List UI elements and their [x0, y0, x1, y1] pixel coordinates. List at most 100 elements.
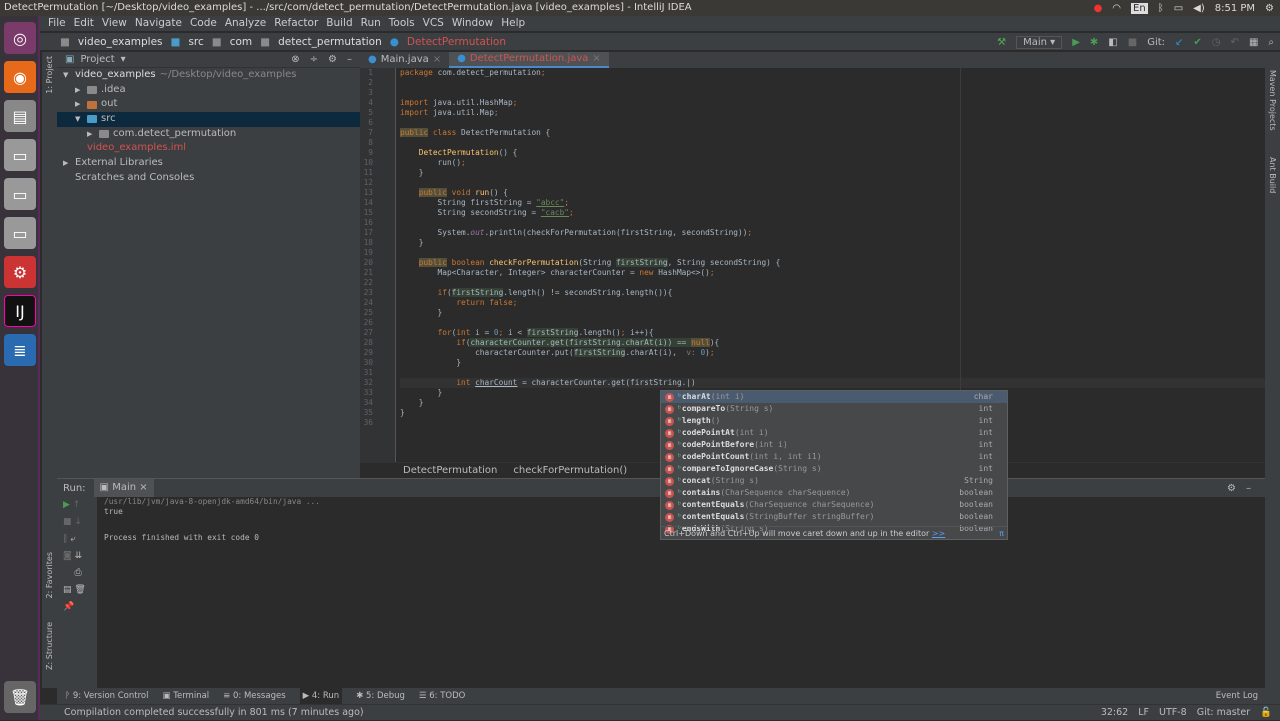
- code-line[interactable]: if(firstString.length() != secondString.…: [400, 288, 1265, 298]
- menu-build[interactable]: Build: [326, 16, 352, 31]
- tool-window-todo[interactable]: ☰ 6: TODO: [419, 688, 465, 704]
- nav-crumb[interactable]: video_examples: [78, 36, 163, 48]
- tool-window-run[interactable]: ▶ 4: Run: [299, 688, 343, 704]
- code-line[interactable]: [400, 248, 1265, 258]
- files-icon[interactable]: ▤: [4, 100, 36, 132]
- intellij-icon[interactable]: IJ: [4, 295, 36, 327]
- completion-item[interactable]: mᵇ codePointBefore (int i) int: [661, 439, 1007, 451]
- code-line[interactable]: [400, 118, 1265, 128]
- code-line[interactable]: run();: [400, 158, 1265, 168]
- expand-arrow-icon[interactable]: ▶: [63, 156, 71, 171]
- tool-window-messages[interactable]: ≡ 0: Messages: [223, 688, 285, 704]
- code-line[interactable]: }: [400, 308, 1265, 318]
- menu-tools[interactable]: Tools: [389, 16, 415, 31]
- camera-icon[interactable]: ◙: [63, 551, 72, 561]
- expand-arrow-icon[interactable]: ▶: [75, 97, 83, 112]
- code-line[interactable]: import java.util.Map;: [400, 108, 1265, 118]
- project-tool-button[interactable]: 1: Project: [45, 56, 54, 94]
- code-line[interactable]: [400, 278, 1265, 288]
- caret-position[interactable]: 32:62: [1101, 705, 1128, 721]
- code-line[interactable]: import java.util.HashMap;: [400, 98, 1265, 108]
- build-icon[interactable]: ⚒: [997, 37, 1006, 48]
- tab-main-java[interactable]: ● Main.java ×: [360, 52, 449, 68]
- menu-run[interactable]: Run: [361, 16, 381, 31]
- code-line[interactable]: [400, 178, 1265, 188]
- code-line[interactable]: }: [400, 358, 1265, 368]
- drive-icon[interactable]: ▭: [4, 139, 36, 171]
- menu-help[interactable]: Help: [501, 16, 525, 31]
- code-line[interactable]: [400, 368, 1265, 378]
- run-icon[interactable]: ▶: [1072, 37, 1080, 48]
- code-line[interactable]: [400, 318, 1265, 328]
- revert-icon[interactable]: ↶: [1231, 37, 1239, 48]
- menu-navigate[interactable]: Navigate: [135, 16, 182, 31]
- tool-window-terminal[interactable]: ▣ Terminal: [162, 688, 209, 704]
- menu-file[interactable]: File: [48, 16, 66, 31]
- pause-icon[interactable]: ‖: [63, 534, 68, 544]
- system-settings-icon[interactable]: ⚙: [4, 256, 36, 288]
- completion-item[interactable]: mᵇ codePointCount (int i, int i1) int: [661, 451, 1007, 463]
- run-config-select[interactable]: Main ▾: [1016, 35, 1063, 49]
- breadcrumb-class[interactable]: DetectPermutation: [403, 463, 497, 478]
- code-line[interactable]: int charCount = characterCounter.get(fir…: [400, 378, 1265, 388]
- completion-item[interactable]: mᵇ codePointAt (int i) int: [661, 427, 1007, 439]
- completion-item[interactable]: mᵇ compareTo (String s) int: [661, 403, 1007, 415]
- code-line[interactable]: }: [400, 168, 1265, 178]
- print-icon[interactable]: ⎙: [74, 568, 81, 578]
- close-icon[interactable]: ×: [433, 52, 441, 68]
- nav-crumb[interactable]: com: [230, 36, 252, 48]
- breadcrumb-method[interactable]: checkForPermutation(): [513, 463, 627, 478]
- bluetooth-icon[interactable]: ᛒ: [1158, 3, 1164, 14]
- coverage-icon[interactable]: ◧: [1108, 37, 1117, 48]
- pin-icon[interactable]: 📌: [63, 602, 74, 612]
- search-icon[interactable]: ⌕: [1268, 37, 1274, 48]
- battery-icon[interactable]: ▭: [1174, 3, 1183, 14]
- history-icon[interactable]: ◷: [1212, 37, 1221, 48]
- code-line[interactable]: public class DetectPermutation {: [400, 128, 1265, 138]
- menu-code[interactable]: Code: [190, 16, 217, 31]
- tree-item[interactable]: video_examples.iml: [57, 141, 360, 156]
- pi-icon[interactable]: π: [999, 527, 1004, 540]
- volume-icon[interactable]: ◀): [1193, 3, 1205, 14]
- menu-refactor[interactable]: Refactor: [274, 16, 318, 31]
- expand-arrow-icon[interactable]: ▶: [75, 83, 83, 98]
- tree-item[interactable]: ▼ src: [57, 112, 360, 127]
- record-icon[interactable]: ●: [1094, 3, 1103, 14]
- drive-icon[interactable]: ▭: [4, 178, 36, 210]
- event-log-button[interactable]: Event Log: [1216, 688, 1280, 704]
- code-line[interactable]: if(characterCounter.get(firstString.char…: [400, 338, 1265, 348]
- completion-item[interactable]: mᵇ length() int: [661, 415, 1007, 427]
- expand-arrow-icon[interactable]: ▼: [75, 112, 83, 127]
- code-lines[interactable]: package com.detect_permutation;import ja…: [396, 68, 1265, 428]
- structure-tool-button[interactable]: Z: Structure: [45, 622, 54, 670]
- layout-icon[interactable]: ▤: [63, 585, 72, 595]
- code-line[interactable]: characterCounter.put(firstString.charAt(…: [400, 348, 1265, 358]
- popup-more-link[interactable]: >>: [932, 529, 945, 538]
- git-update-icon[interactable]: ↙: [1175, 37, 1183, 48]
- keyboard-layout[interactable]: En: [1131, 2, 1148, 14]
- locate-icon[interactable]: ⊗: [291, 54, 299, 65]
- tool-window-versioncontrol[interactable]: ᚹ 9: Version Control: [65, 688, 148, 704]
- tree-item[interactable]: ▶ External Libraries: [57, 156, 360, 171]
- line-separator[interactable]: LF: [1138, 705, 1149, 721]
- favorites-tool-button[interactable]: 2: Favorites: [45, 552, 54, 598]
- code-line[interactable]: [400, 218, 1265, 228]
- completion-item[interactable]: mᵇ contentEquals (StringBuffer stringBuff…: [661, 511, 1007, 523]
- code-line[interactable]: [400, 88, 1265, 98]
- git-commit-icon[interactable]: ✔: [1193, 37, 1201, 48]
- completion-item[interactable]: mᵇ contains (CharSequence charSequence) bo…: [661, 487, 1007, 499]
- collapse-icon[interactable]: ÷: [310, 54, 318, 65]
- code-line[interactable]: for(int i = 0; i < firstString.length();…: [400, 328, 1265, 338]
- menu-vcs[interactable]: VCS: [423, 16, 444, 31]
- wifi-icon[interactable]: ◠: [1112, 3, 1121, 14]
- project-view-select[interactable]: Project: [80, 54, 114, 65]
- trash-icon[interactable]: 🗑: [74, 585, 85, 595]
- nav-crumb[interactable]: src: [188, 36, 203, 48]
- completion-item[interactable]: mᵇ compareToIgnoreCase (String s) int: [661, 463, 1007, 475]
- code-line[interactable]: [400, 138, 1265, 148]
- code-line[interactable]: package com.detect_permutation;: [400, 68, 1265, 78]
- trash-icon[interactable]: 🗑: [4, 681, 36, 713]
- expand-arrow-icon[interactable]: ▼: [63, 68, 71, 83]
- completion-item[interactable]: mᵇ charAt (int i) char: [661, 391, 1007, 403]
- ubuntu-home-icon[interactable]: ◎: [4, 22, 36, 54]
